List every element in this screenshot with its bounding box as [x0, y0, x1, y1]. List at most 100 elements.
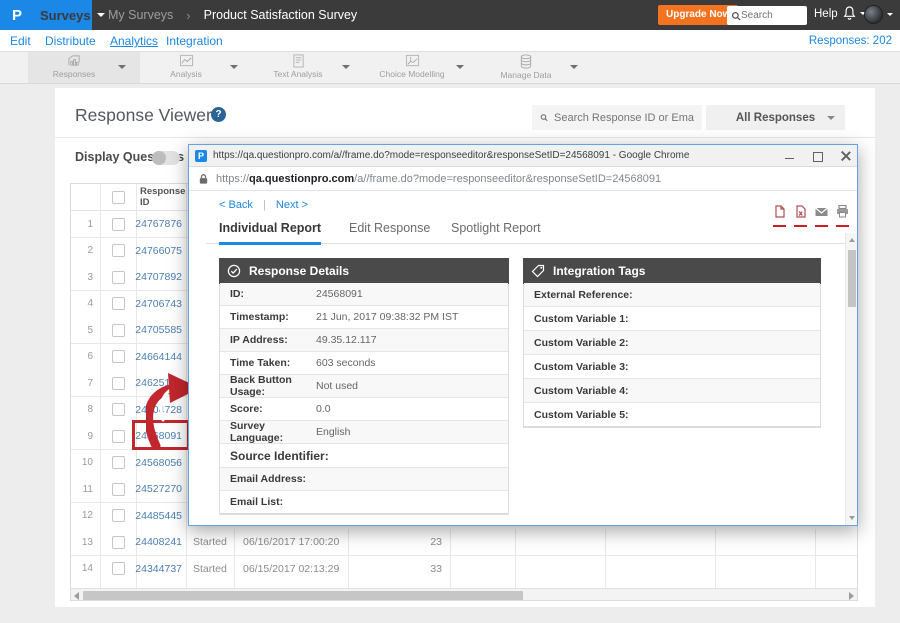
- export-pdf-icon[interactable]: [773, 205, 786, 227]
- tab-spotlight-report[interactable]: Spotlight Report: [451, 221, 541, 242]
- row-checkbox[interactable]: [112, 377, 125, 390]
- nav-item-distribute[interactable]: Distribute: [45, 34, 96, 48]
- top-navbar: P Surveys My Surveys › Product Satisfact…: [0, 0, 900, 30]
- response-id-link[interactable]: 24707892: [137, 264, 187, 290]
- avatar: [864, 5, 883, 24]
- chevron-down-icon: [456, 65, 464, 69]
- row-checkbox[interactable]: [112, 403, 125, 416]
- select-all-checkbox[interactable]: [112, 191, 125, 204]
- maximize-button[interactable]: [813, 151, 823, 161]
- detail-row: Back Button Usage:Not used: [220, 375, 508, 398]
- response-id-link[interactable]: 24766075: [137, 238, 187, 264]
- row-checkbox[interactable]: [112, 456, 125, 469]
- chevron-down-icon: [570, 65, 578, 69]
- toolbar-item-responses[interactable]: Responses: [28, 52, 140, 83]
- chevron-down-icon: [118, 65, 126, 69]
- window-titlebar[interactable]: P https://qa.questionpro.com/a//frame.do…: [189, 145, 857, 167]
- source-identifier-label: Source Identifier:: [220, 444, 508, 468]
- chevron-down-icon: [97, 13, 105, 17]
- back-link[interactable]: < Back: [219, 199, 253, 211]
- row-checkbox[interactable]: [112, 324, 125, 337]
- scroll-left-arrow[interactable]: [74, 592, 79, 600]
- response-search[interactable]: [532, 105, 702, 130]
- toolbar-item-text-analysis[interactable]: Text Analysis: [252, 52, 364, 83]
- global-search-input[interactable]: [741, 10, 801, 21]
- table-row: 14 24344737 Started 06/15/2017 02:13:29 …: [71, 556, 857, 583]
- toolbar-item-analysis[interactable]: Analysis: [140, 52, 252, 83]
- tab-individual-report[interactable]: Individual Report: [219, 221, 321, 245]
- detail-row: Email Address:: [220, 468, 508, 491]
- response-id-link[interactable]: 24767876: [137, 211, 187, 237]
- toolbar-item-manage-data[interactable]: Manage Data: [480, 52, 592, 83]
- response-filter-dropdown[interactable]: All Responses: [706, 105, 845, 130]
- row-checkbox[interactable]: [112, 271, 125, 284]
- breadcrumb-my-surveys[interactable]: My Surveys: [108, 8, 173, 22]
- row-checkbox[interactable]: [112, 218, 125, 231]
- product-label: Surveys: [30, 8, 91, 23]
- horizontal-scroll-thumb[interactable]: [83, 591, 523, 600]
- row-checkbox[interactable]: [112, 536, 125, 549]
- tag-row: Custom Variable 4:: [524, 379, 820, 403]
- minimize-button[interactable]: [785, 151, 795, 161]
- export-excel-icon[interactable]: [794, 205, 807, 227]
- next-link[interactable]: Next >: [276, 199, 308, 211]
- chevron-down-icon: [230, 65, 238, 69]
- global-search[interactable]: [727, 6, 807, 25]
- response-id-link[interactable]: 24344737: [137, 556, 187, 582]
- tag-row: Custom Variable 1:: [524, 307, 820, 331]
- row-checkbox[interactable]: [112, 483, 125, 496]
- popup-scroll-thumb[interactable]: [848, 250, 856, 307]
- response-id-link[interactable]: 24706743: [137, 291, 187, 317]
- integration-tags-panel: Integration Tags External Reference: Cus…: [523, 259, 821, 428]
- response-id-link[interactable]: 24485445: [137, 503, 187, 529]
- close-button[interactable]: [841, 151, 851, 161]
- row-checkbox[interactable]: [112, 244, 125, 257]
- email-icon[interactable]: [815, 205, 828, 227]
- nav-item-integration[interactable]: Integration: [166, 34, 223, 48]
- responses-icon: [67, 54, 82, 68]
- row-checkbox[interactable]: [112, 297, 125, 310]
- integration-tags-header: Integration Tags: [523, 258, 821, 284]
- chevron-down-icon: [887, 13, 893, 16]
- notifications-menu[interactable]: [843, 6, 866, 21]
- account-menu[interactable]: [864, 5, 893, 24]
- breadcrumb: My Surveys › Product Satisfaction Survey: [108, 0, 357, 30]
- scroll-up-arrow[interactable]: [849, 238, 855, 242]
- scroll-right-arrow[interactable]: [849, 592, 854, 600]
- display-questions-toggle[interactable]: [152, 151, 180, 165]
- row-checkbox[interactable]: [112, 350, 125, 363]
- help-circle-icon[interactable]: ?: [211, 107, 226, 122]
- report-tabs: Individual Report Edit Response Spotligh…: [206, 215, 846, 244]
- response-details-panel: Response Details ID:24568091 Timestamp:2…: [219, 259, 509, 515]
- row-checkbox[interactable]: [112, 430, 125, 443]
- nav-item-edit[interactable]: Edit: [10, 34, 31, 48]
- toolbar-item-choice-modelling[interactable]: Choice Modelling: [366, 52, 478, 83]
- check-circle-icon: [227, 264, 241, 278]
- response-id-link[interactable]: 24705585: [137, 317, 187, 343]
- response-id-link[interactable]: 24408241: [137, 529, 187, 555]
- product-switcher[interactable]: P Surveys: [0, 0, 92, 30]
- nav-item-analytics[interactable]: Analytics: [110, 34, 158, 48]
- row-checkbox[interactable]: [112, 562, 125, 575]
- print-icon[interactable]: [836, 205, 849, 227]
- response-id-header[interactable]: Response ID: [137, 184, 187, 210]
- status-cell: Started: [187, 556, 235, 582]
- detail-row: IP Address:49.35.12.117: [220, 329, 508, 352]
- row-checkbox[interactable]: [112, 509, 125, 522]
- analysis-icon: [179, 54, 194, 68]
- popup-vertical-scrollbar[interactable]: [845, 233, 857, 525]
- response-id-link[interactable]: 24568056: [137, 450, 187, 476]
- address-bar[interactable]: https://qa.questionpro.com/a//frame.do?m…: [189, 167, 857, 191]
- status-cell: Started: [187, 529, 235, 555]
- bell-icon: [843, 6, 856, 21]
- detail-row: Timestamp:21 Jun, 2017 09:38:32 PM IST: [220, 306, 508, 329]
- help-link[interactable]: Help: [814, 8, 838, 20]
- response-id-link[interactable]: 24527270: [137, 476, 187, 502]
- tab-edit-response[interactable]: Edit Response: [349, 221, 430, 242]
- questionpro-logo: P: [12, 7, 22, 24]
- response-search-input[interactable]: [554, 112, 694, 124]
- breadcrumb-survey-title: Product Satisfaction Survey: [204, 8, 358, 22]
- tag-row: Custom Variable 2:: [524, 331, 820, 355]
- horizontal-scrollbar[interactable]: [71, 588, 857, 601]
- scroll-down-arrow[interactable]: [849, 516, 855, 520]
